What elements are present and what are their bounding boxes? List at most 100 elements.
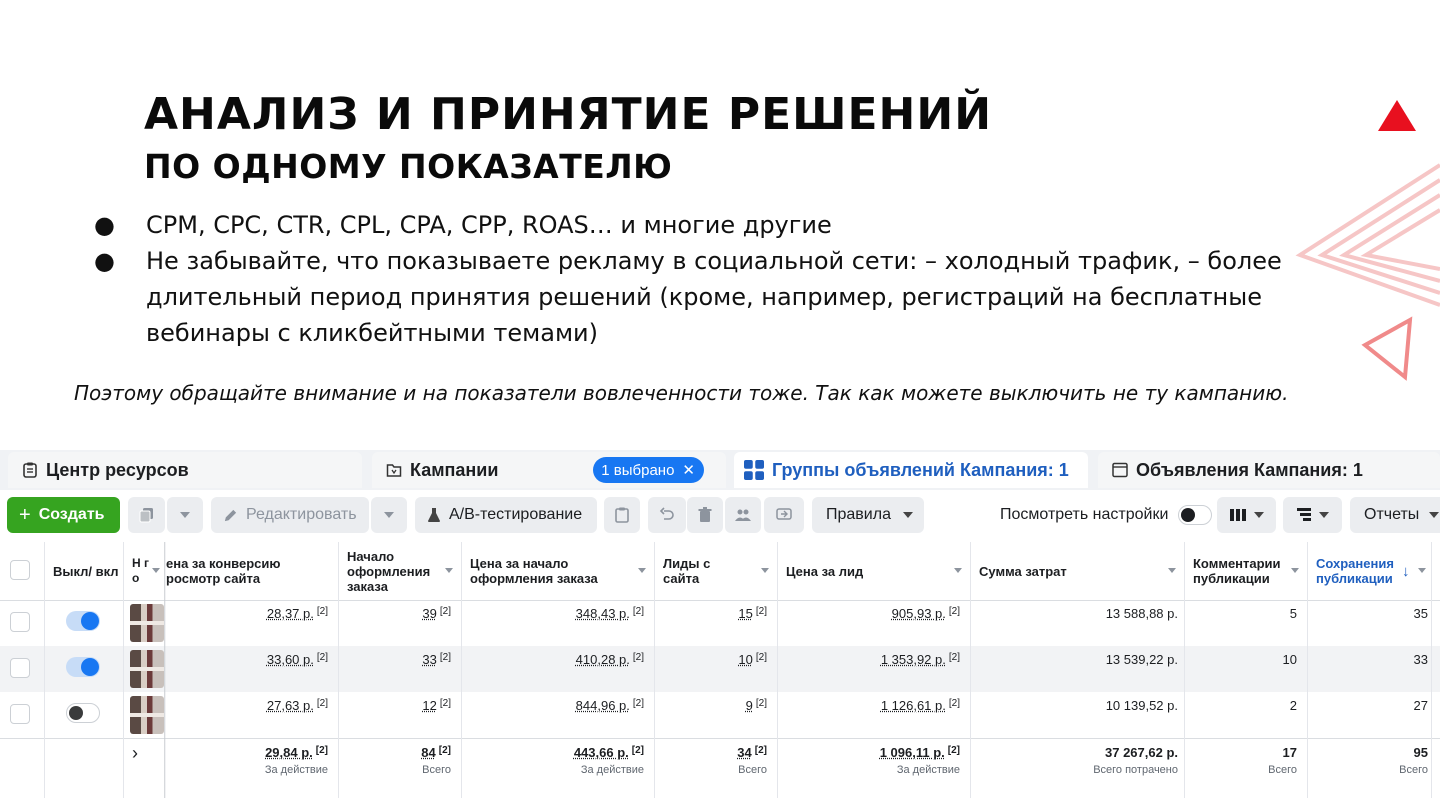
undo-button[interactable] [648,497,686,533]
column-header-cost-per-checkout[interactable]: Цена за начало оформления заказа [462,542,654,600]
footnote-mark: [2] [947,745,960,756]
column-header-label: Сумма затрат [979,563,1067,579]
clear-selection-close-icon[interactable]: ✕ [682,461,695,479]
tab-bar: Центр ресурсов Кампании 1 выбрано ✕ Груп… [0,450,1440,490]
row-checkbox[interactable] [10,658,30,678]
audience-button[interactable] [725,497,761,533]
column-header-spend[interactable]: Сумма затрат [971,542,1184,600]
footnote-mark: [2] [315,745,328,756]
column-header-saves[interactable]: Сохранения публикации ↓ [1308,542,1440,600]
footnote-mark: [2] [755,606,767,617]
chevron-down-icon [902,512,913,518]
cell-comments: 10 [1185,652,1307,667]
red-triangle-icon [1378,100,1416,131]
tab-campaigns[interactable]: Кампании 1 выбрано ✕ [372,452,726,488]
column-header-label: Цена за начало оформления заказа [470,556,598,586]
duplicate-button[interactable] [128,497,165,533]
cell-value: 33,60 р. [266,652,314,667]
cell-spend: 13 588,88 р. [971,606,1184,621]
chevron-down-icon [638,568,646,573]
column-header-comments[interactable]: Комментарии публикации [1185,542,1307,600]
tab-ads[interactable]: Объявления Кампания: 1 [1098,452,1440,488]
chevron-down-icon [1418,568,1426,573]
total-value: 34 [737,745,752,760]
cell-leads: 9 [2] [655,698,777,713]
column-header-cost-per-lead[interactable]: Цена за лид [778,542,970,600]
cell-value: 1 126,61 р. [880,698,946,713]
cell-comments: 5 [1185,606,1307,621]
footnote-mark: [2] [439,698,451,709]
create-label: Создать [38,506,105,523]
footnote-mark: [2] [632,606,644,617]
total-comments: 17 Всего [1185,745,1307,776]
table-row-content: 28,37 р. [2] 39 [2] 348,43 р. [2] 15 [2] 905,93 … [0,600,1440,646]
row-checkbox[interactable] [10,704,30,724]
totals-row: › 29,84 р. [2] За действие 84 [2] Всего 443,… [0,738,1440,799]
tab-label: Объявления Кампания: 1 [1136,459,1363,480]
chevron-down-icon [1253,512,1264,518]
selected-count-pill[interactable]: 1 выбрано ✕ [593,457,704,483]
cell-value: 27 [1413,698,1428,713]
create-button[interactable]: + Создать [7,497,120,533]
footnote-mark: [2] [439,606,451,617]
share-button[interactable] [764,497,804,533]
column-header-toggle[interactable]: Выкл/ вкл [45,542,123,600]
toolbar: + Создать Редактировать A/B-тестирование [0,492,1440,540]
footnote-mark: [2] [755,698,767,709]
cell-value: 9 [745,698,753,713]
column-header-name-menu[interactable] [148,542,164,600]
edit-button[interactable]: Редактировать [211,497,369,533]
duplicate-dropdown-button[interactable] [167,497,203,533]
column-header-label: Комментарии публикации [1193,556,1281,586]
total-caption: За действие [580,764,644,776]
ad-sets-table: Выкл/ вкл Н г о ена за конверсию росмотр… [0,542,1440,810]
row-checkbox[interactable] [10,612,30,632]
column-header-leads[interactable]: Лиды с сайта [655,542,777,600]
edit-dropdown-button[interactable] [371,497,407,533]
sort-descending-icon[interactable]: ↓ [1402,564,1410,579]
column-header-checkouts[interactable]: Начало оформления заказа [339,542,461,600]
row-toggle-switch[interactable] [66,657,100,677]
columns-icon [1229,509,1246,521]
total-value: 443,66 р. [573,745,629,760]
ab-test-label: A/B-тестирование [449,506,583,523]
total-caption: Всего [1399,764,1428,776]
bullet-text: CPM, CPC, CTR, CPL, CPA, CPP, ROAS… и мн… [146,211,832,239]
view-settings-toggle[interactable]: Посмотреть настройки [990,497,1214,533]
chevron-down-icon [445,568,453,573]
expand-chevron-icon[interactable]: › [132,743,138,764]
cell-value: 27,63 р. [266,698,314,713]
columns-button[interactable] [1217,497,1276,533]
bullet-dot-icon: ● [94,211,115,239]
ad-thumbnail[interactable] [130,650,164,688]
share-comment-icon [776,508,792,520]
cell-comments: 2 [1185,698,1307,713]
view-settings-switch[interactable] [1178,505,1213,525]
paste-button[interactable] [604,497,640,533]
select-all-checkbox[interactable] [10,560,30,580]
reports-button[interactable]: Отчеты [1350,497,1440,533]
edit-label: Редактировать [246,506,357,523]
cell-cost-per-lead: 1 126,61 р. [2] [778,698,970,713]
footnote-mark: [2] [631,745,644,756]
column-header-label: Лиды с сайта [663,556,711,586]
ad-thumbnail[interactable] [130,696,164,734]
delete-button[interactable] [687,497,723,533]
cell-cost-per-lead: 905,93 р. [2] [778,606,970,621]
breakdown-button[interactable] [1283,497,1342,533]
cell-cost-per-checkout: 348,43 р. [2] [462,606,654,621]
column-header-cost-per-conversion[interactable]: ена за конверсию росмотр сайта [166,542,338,600]
ad-thumbnail[interactable] [130,604,164,642]
column-header-label: Цена за лид [786,563,864,579]
rules-button[interactable]: Правила [812,497,924,533]
clipboard-icon [23,462,37,478]
cell-value: 39 [422,606,437,621]
cell-checkouts: 33 [2] [339,652,461,667]
tab-resource-center[interactable]: Центр ресурсов [8,452,362,488]
footnote-mark: [2] [316,652,328,663]
cell-saves: 27 [1308,698,1440,713]
row-toggle-switch[interactable] [66,703,100,723]
tab-ad-sets[interactable]: Группы объявлений Кампания: 1 [734,452,1088,488]
row-toggle-switch[interactable] [66,611,100,631]
ab-test-button[interactable]: A/B-тестирование [415,497,597,533]
